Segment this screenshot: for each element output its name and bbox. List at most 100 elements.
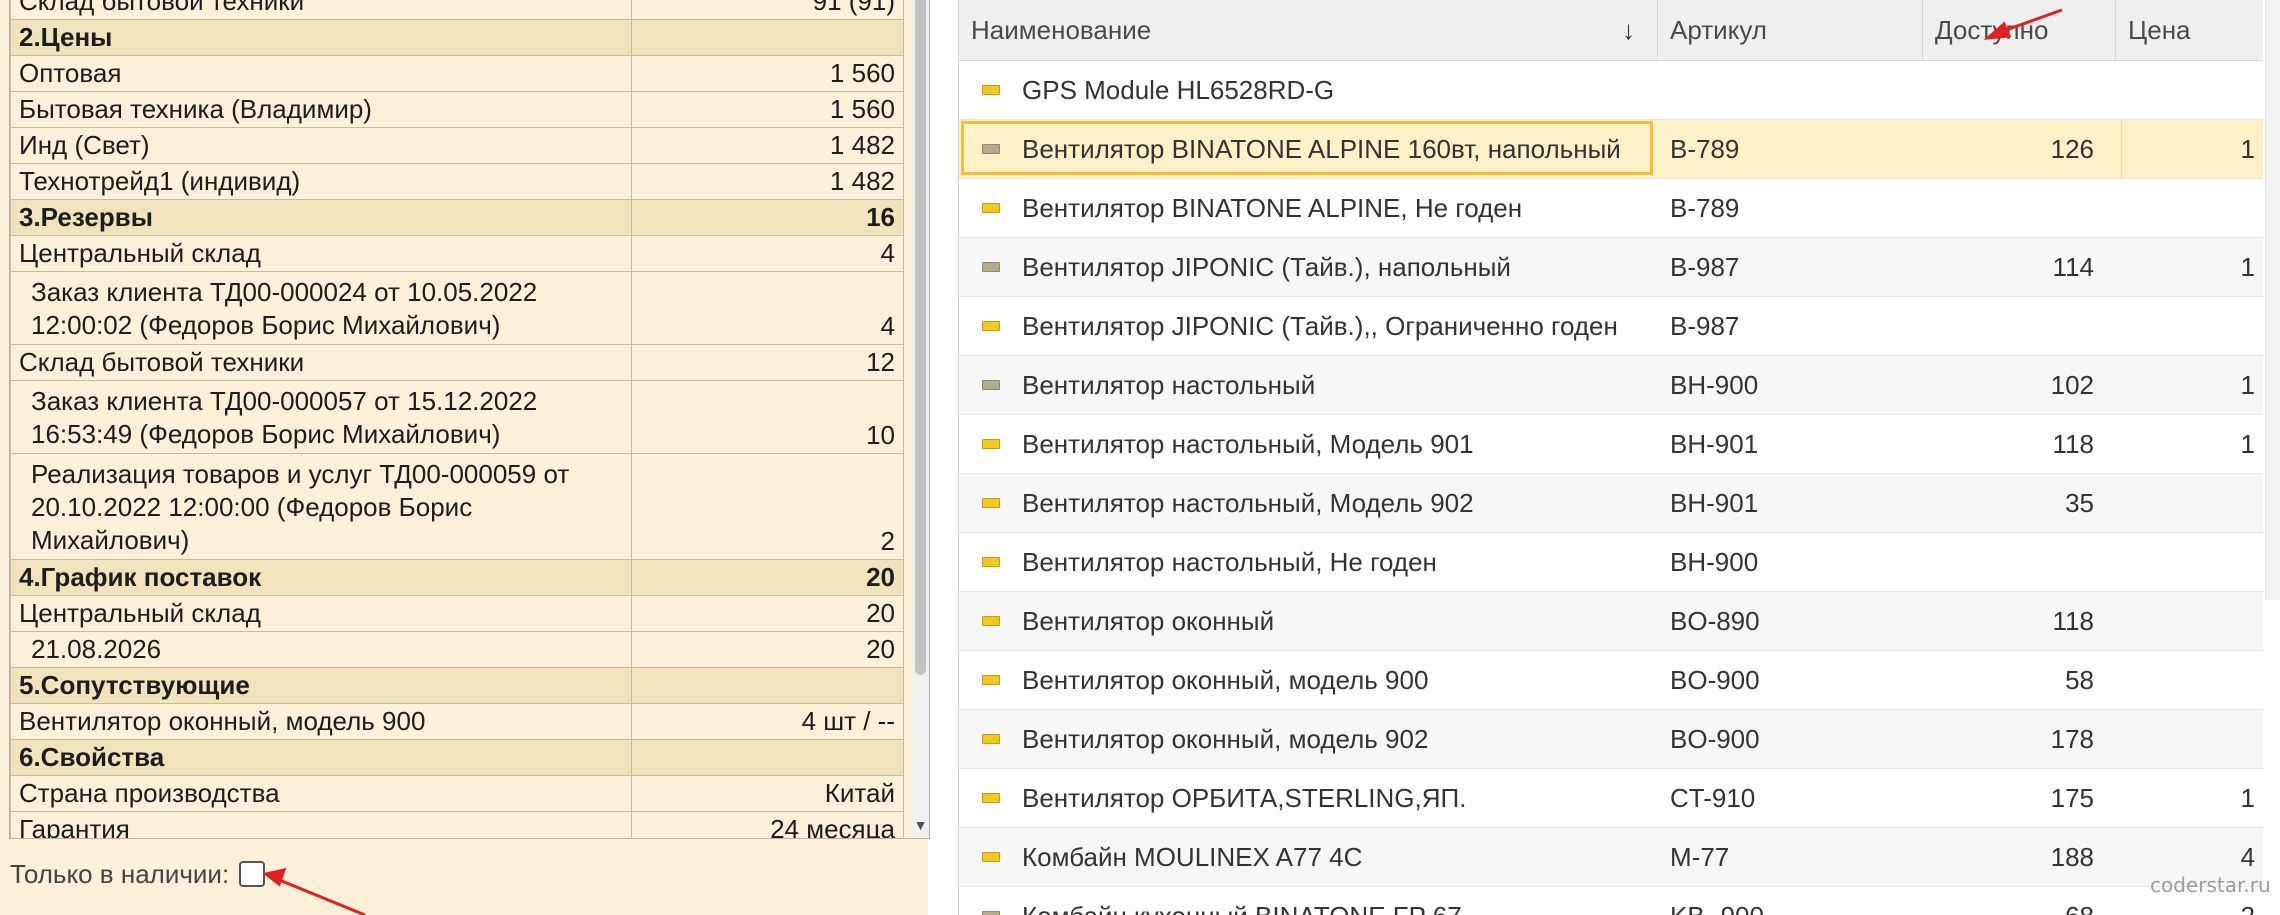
property-name: Заказ клиента ТД00-000024 от 10.05.2022 … (10, 271, 632, 345)
property-value: 10 (631, 380, 904, 454)
product-article: M-77 (1670, 842, 1730, 872)
product-name: Вентилятор JIPONIC (Тайв.),, Ограниченно… (1022, 311, 1618, 341)
product-available: 114 (2052, 252, 2094, 282)
product-price (2116, 592, 2263, 650)
product-name: Вентилятор BINATONE ALPINE, Не годен (1022, 193, 1523, 223)
product-row[interactable]: Вентилятор ОРБИТА,STERLING,ЯП. CT-910 175 1 (959, 769, 2263, 828)
column-header-available[interactable]: Доступно (1923, 0, 2116, 60)
product-row[interactable]: Вентилятор JIPONIC (Тайв.), напольный B-9… (959, 238, 2263, 297)
product-row-selected[interactable]: Вентилятор BINATONE ALPINE 160вт, наполь… (959, 120, 2263, 179)
properties-row: Реализация товаров и услуг ТД00-000059 о… (10, 453, 904, 560)
property-value: 1 560 (631, 55, 904, 92)
properties-row: Бытовая техника (Владимир) 1 560 (10, 91, 904, 128)
product-article: BO-900 (1670, 665, 1760, 695)
product-row[interactable]: Комбайн MOULINEX A77 4C M-77 188 4 (959, 828, 2263, 887)
products-grid: Наименование ↓ Артикул Доступно Цена GPS… (958, 0, 2263, 915)
product-item-icon (982, 793, 1000, 803)
property-value (631, 667, 904, 704)
product-price (2116, 61, 2263, 119)
product-item-icon (982, 380, 1000, 390)
column-header-available-label: Доступно (1935, 15, 2049, 45)
product-row[interactable]: Вентилятор оконный, модель 902 BO-900 178 (959, 710, 2263, 769)
sort-descending-icon[interactable]: ↓ (1622, 0, 1635, 60)
property-name: Инд (Свет) (10, 127, 632, 164)
product-row[interactable]: Вентилятор настольный, Модель 902 BH-901 3… (959, 474, 2263, 533)
column-header-article[interactable]: Артикул (1658, 0, 1923, 60)
property-name: 3.Резервы (10, 199, 632, 236)
properties-row: Заказ клиента ТД00-000057 от 15.12.2022 … (10, 380, 904, 454)
product-available: 68 (1923, 887, 2116, 915)
product-price: 1 (2240, 252, 2255, 282)
scrollbar-thumb[interactable] (915, 0, 926, 675)
product-name: Вентилятор оконный, модель 900 (1022, 665, 1429, 695)
product-row[interactable]: GPS Module HL6528RD-G (959, 61, 2263, 120)
properties-row: Склад бытовой техники 12 (10, 344, 904, 381)
watermark: coderstar.ru (2150, 873, 2271, 897)
product-available (1923, 533, 2116, 591)
product-name: GPS Module HL6528RD-G (1022, 75, 1335, 105)
properties-row: Заказ клиента ТД00-000024 от 10.05.2022 … (10, 271, 904, 345)
product-row[interactable]: Вентилятор настольный BH-900 102 1 (959, 356, 2263, 415)
property-value: 91 (91) (631, 0, 904, 20)
only-available-checkbox[interactable] (239, 861, 266, 887)
product-available (1923, 61, 2116, 119)
properties-row: Центральный склад 20 (10, 595, 904, 632)
product-row[interactable]: Вентилятор настольный, Не годен BH-900 (959, 533, 2263, 592)
grid-header: Наименование ↓ Артикул Доступно Цена (959, 0, 2263, 61)
product-article: BO-900 (1670, 724, 1760, 754)
properties-section-row: 6.Свойства (10, 739, 904, 776)
product-article: CT-910 (1670, 783, 1756, 813)
property-name: 2.Цены (10, 19, 632, 56)
properties-row: 21.08.2026 20 (10, 631, 904, 668)
grid-scrollbar[interactable] (2265, 0, 2280, 600)
scroll-down-arrow-icon[interactable]: ▼ (912, 812, 929, 838)
property-name: 6.Свойства (10, 739, 632, 776)
product-item-icon (982, 144, 1000, 154)
product-name: Вентилятор настольный, Не годен (1022, 547, 1437, 577)
property-name: Центральный склад (10, 595, 632, 632)
product-price (2116, 651, 2263, 709)
product-item-icon (982, 85, 1000, 95)
properties-row: Вентилятор оконный, модель 900 4 шт / -- (10, 703, 904, 740)
product-item-icon (982, 262, 1000, 272)
property-value: 12 (631, 344, 904, 381)
properties-row: Склад бытовой техники 91 (91) (10, 0, 904, 20)
property-name: 4.График поставок (10, 559, 632, 596)
property-name: Центральный склад (10, 235, 632, 272)
property-name: Страна производства (10, 775, 632, 812)
column-header-article-label: Артикул (1670, 15, 1767, 45)
properties-section-row: 2.Цены (10, 19, 904, 56)
product-row[interactable]: Вентилятор настольный, Модель 901 BH-901 1… (959, 415, 2263, 474)
product-available: 178 (2050, 724, 2094, 754)
product-row[interactable]: Вентилятор BINATONE ALPINE, Не годен B-78… (959, 179, 2263, 238)
product-price (2116, 710, 2263, 768)
product-name: Вентилятор ОРБИТА,STERLING,ЯП. (1022, 783, 1467, 813)
product-available: 35 (2065, 488, 2094, 518)
product-properties-frame: Склад бытовой техники 91 (91) 2.Цены Оптова… (9, 0, 930, 839)
property-value: 24 месяца (631, 811, 904, 838)
product-row[interactable]: Вентилятор оконный, модель 900 BO-900 58 (959, 651, 2263, 710)
properties-row: Центральный склад 4 (10, 235, 904, 272)
column-header-price[interactable]: Цена (2116, 0, 2263, 60)
product-available: 58 (2065, 665, 2094, 695)
product-item-icon (982, 557, 1000, 567)
product-name: Вентилятор BINATONE ALPINE 160вт, наполь… (1022, 134, 1621, 164)
product-row[interactable]: Вентилятор оконный BO-890 118 (959, 592, 2263, 651)
property-name: Вентилятор оконный, модель 900 (10, 703, 632, 740)
property-name: Склад бытовой техники (10, 344, 632, 381)
product-row[interactable]: Комбайн кухонный BINATONE FP 67 KB- 90068… (959, 887, 2263, 915)
property-value: 20 (631, 559, 904, 596)
product-available (1923, 297, 2116, 355)
product-available: 118 (2052, 429, 2094, 459)
product-available: 175 (2050, 783, 2094, 813)
column-header-name[interactable]: Наименование ↓ (959, 0, 1658, 60)
product-article: KB- 900 (1670, 887, 1923, 915)
product-name: Комбайн кухонный BINATONE FP 67 (1022, 887, 1658, 915)
product-row[interactable]: Вентилятор JIPONIC (Тайв.),, Ограниченно… (959, 297, 2263, 356)
product-item-icon (982, 498, 1000, 508)
properties-scrollbar[interactable]: ▼ (912, 0, 929, 838)
column-header-name-label: Наименование (971, 15, 1152, 45)
product-available: 102 (2050, 370, 2094, 400)
only-available-label: Только в наличии: (10, 858, 230, 889)
product-article: B-789 (1670, 134, 1740, 164)
